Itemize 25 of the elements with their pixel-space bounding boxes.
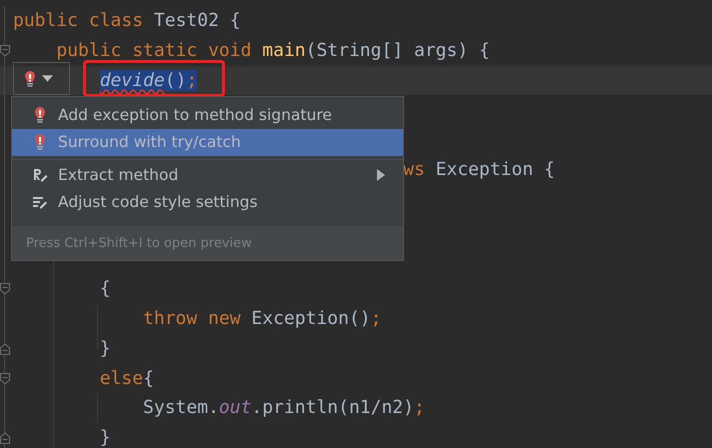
fold-icon[interactable] <box>0 342 10 355</box>
menu-item[interactable]: Extract method <box>12 161 403 188</box>
code-line: } <box>100 336 111 361</box>
code-line: throw new Exception(); <box>143 306 382 331</box>
fold-icon[interactable] <box>0 283 10 296</box>
menu-item[interactable]: Add exception to method signature <box>12 101 403 128</box>
code-line: System.out.println(n1/n2); <box>143 396 425 420</box>
code-line: } <box>100 426 111 448</box>
lightbulb-icon <box>32 133 48 152</box>
code-line: devide(); <box>100 70 198 91</box>
fold-icon[interactable] <box>0 432 10 444</box>
code-line: { <box>100 277 111 302</box>
menu-item[interactable]: Adjust code style settings <box>12 188 403 216</box>
code-line: ws Exception { <box>403 158 555 182</box>
intention-button[interactable] <box>13 62 70 95</box>
code-line: public class Test02 { <box>13 9 241 33</box>
code-line: else{ <box>100 366 154 391</box>
fold-icon[interactable] <box>0 44 10 57</box>
preview-hint: Press Ctrl+Shift+I to open preview <box>26 236 252 250</box>
lightbulb-icon <box>32 106 48 124</box>
fold-icon[interactable] <box>0 372 10 385</box>
caret-icon <box>42 75 53 82</box>
lightbulb-icon <box>24 70 36 88</box>
code-line: public static void main(String[] args) { <box>56 38 490 63</box>
code-editor[interactable] <box>0 0 712 448</box>
